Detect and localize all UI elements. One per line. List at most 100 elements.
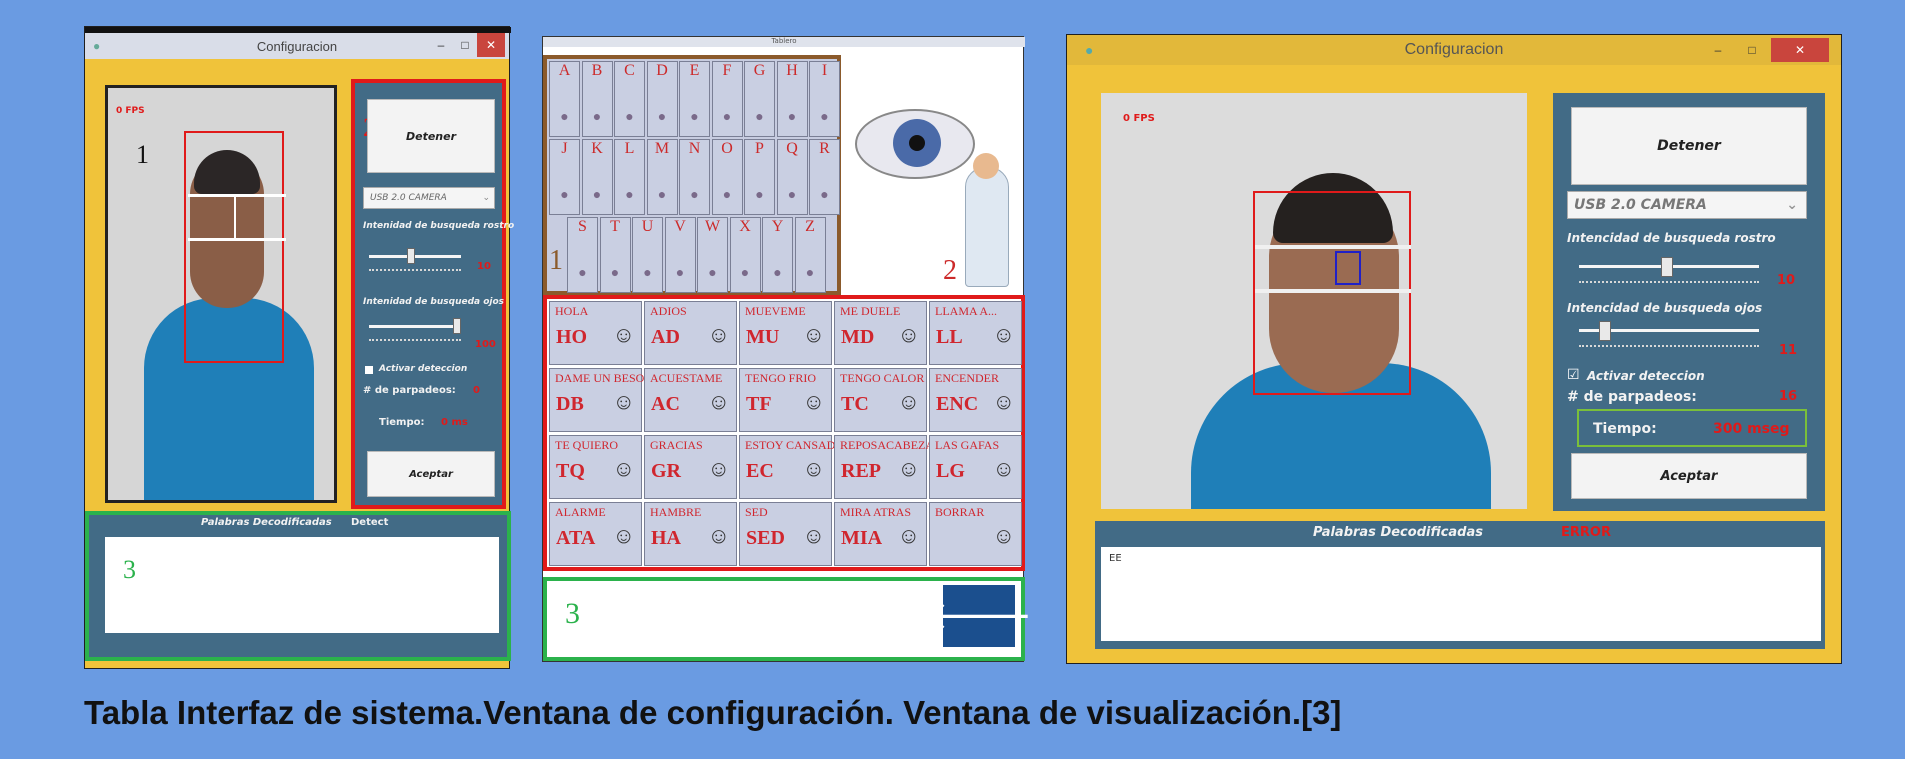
back-button[interactable]: 🡐 xyxy=(925,585,1033,647)
board-text-area[interactable]: 3 🡐 xyxy=(543,577,1033,661)
phrase-key[interactable]: DAME UN BESO DB ☺ xyxy=(549,368,644,432)
letter-key[interactable]: L ● xyxy=(614,139,645,215)
region-3-label: 3 xyxy=(123,555,136,584)
maximize-button[interactable]: □ xyxy=(455,33,475,57)
phrase-key[interactable]: MUEVEME MU ☺ xyxy=(739,301,832,365)
phrase-key[interactable]: SED SED ☺ xyxy=(739,502,832,566)
letter-key[interactable]: M ● xyxy=(646,139,678,215)
close-button[interactable]: ✕ xyxy=(477,33,505,57)
phrase-key-label: MIRA ATRAS xyxy=(840,505,912,519)
eye-intensity-thumb[interactable] xyxy=(453,318,461,334)
letter-key[interactable]: C ● xyxy=(614,61,645,137)
phrase-key[interactable]: MIRA ATRAS MIA ☺ xyxy=(834,502,927,566)
letter-key-label: O xyxy=(721,140,733,157)
phrase-key[interactable]: ACUESTAME AC ☺ xyxy=(644,368,737,432)
phrase-key[interactable]: ENCENDER ENC ☺ xyxy=(929,368,1022,432)
phrase-key-code: MD xyxy=(841,326,875,348)
phrase-key[interactable]: HOLA HO ☺ xyxy=(549,301,642,365)
phrase-key[interactable]: BORRAR ☺ xyxy=(929,502,1022,566)
letter-key[interactable]: E ● xyxy=(679,61,710,137)
phrase-key[interactable]: REPOSACABEZA REP ☺ xyxy=(834,435,934,499)
eye-intensity-slider[interactable] xyxy=(369,325,461,328)
letter-key[interactable]: B ● xyxy=(581,61,613,137)
close-button[interactable]: ✕ xyxy=(1771,38,1829,62)
face-intensity-thumb[interactable] xyxy=(407,248,415,264)
camera-select[interactable]: USB 2.0 CAMERA ⌄ xyxy=(1567,191,1807,219)
letter-key[interactable]: H ● xyxy=(776,61,808,137)
phrase-key[interactable]: ALARME ATA ☺ xyxy=(549,502,642,566)
eye-band-top xyxy=(1255,245,1411,249)
letter-key[interactable]: N ● xyxy=(679,139,710,215)
letter-key[interactable]: T ● xyxy=(599,217,631,293)
phrase-key[interactable]: TENGO CALOR TC ☺ xyxy=(834,368,927,432)
minimize-button[interactable]: – xyxy=(431,33,451,57)
letter-key[interactable]: G ● xyxy=(744,61,775,137)
eye-intensity-value: 100 xyxy=(475,339,496,350)
letter-key[interactable]: K ● xyxy=(581,139,613,215)
phrase-key-label: ME DUELE xyxy=(840,304,901,318)
letter-pictogram-icon: ● xyxy=(657,188,667,203)
phrase-key[interactable]: ADIOS AD ☺ xyxy=(644,301,737,365)
blinks-value: 16 xyxy=(1779,389,1798,404)
eye-intensity-thumb[interactable] xyxy=(1599,321,1611,341)
letter-key[interactable]: R ● xyxy=(809,139,840,215)
phrase-key[interactable]: ESTOY CANSADO EC ☺ xyxy=(739,435,844,499)
stop-button[interactable]: Detener xyxy=(367,99,495,173)
letter-key[interactable]: V ● xyxy=(664,217,696,293)
letter-pictogram-icon: ● xyxy=(657,110,667,125)
letter-key[interactable]: J ● xyxy=(549,139,580,215)
phrase-pictogram-icon: ☺ xyxy=(612,523,635,548)
letter-key-label: Y xyxy=(771,218,784,235)
face-intensity-thumb[interactable] xyxy=(1661,257,1673,277)
phrase-key[interactable]: GRACIAS GR ☺ xyxy=(644,435,737,499)
letter-key[interactable]: X ● xyxy=(729,217,761,293)
letter-pictogram-icon: ● xyxy=(625,110,634,125)
phrase-key-label: ACUESTAME xyxy=(650,371,723,385)
minimize-button[interactable]: – xyxy=(1705,38,1731,62)
stop-button[interactable]: Detener xyxy=(1571,107,1807,185)
phrase-key[interactable]: LAS GAFAS LG ☺ xyxy=(929,435,1022,499)
letter-key[interactable]: I ● xyxy=(809,61,840,137)
accept-button[interactable]: Aceptar xyxy=(1571,453,1807,499)
letter-key[interactable]: Y ● xyxy=(762,217,793,293)
letter-pictogram-icon: ● xyxy=(805,266,815,281)
decoded-label: Palabras Decodificadas xyxy=(201,517,332,528)
decoded-text-area[interactable]: EE xyxy=(1101,547,1821,641)
phrase-key[interactable]: TE QUIERO TQ ☺ xyxy=(549,435,642,499)
letter-key[interactable]: Q ● xyxy=(776,139,808,215)
maximize-button[interactable]: □ xyxy=(1739,38,1765,62)
letter-key[interactable]: P ● xyxy=(744,139,775,215)
phrase-key[interactable]: TENGO FRIO TF ☺ xyxy=(739,368,832,432)
letter-key[interactable]: U ● xyxy=(632,217,663,293)
letter-key[interactable]: O ● xyxy=(711,139,743,215)
window-icon: ● xyxy=(93,39,101,53)
left-titlebar: ● Configuracion – □ ✕ xyxy=(85,33,509,59)
phrase-pictogram-icon: ☺ xyxy=(992,523,1015,548)
letter-key-label: A xyxy=(558,62,571,79)
accept-button[interactable]: Aceptar xyxy=(367,451,495,497)
phrase-key[interactable]: LLAMA A... LL ☺ xyxy=(929,301,1022,365)
letter-key[interactable]: D ● xyxy=(646,61,678,137)
face-intensity-slider[interactable] xyxy=(369,255,461,258)
phrase-key-label: HAMBRE xyxy=(650,505,702,519)
face-detection-box xyxy=(184,131,284,363)
decoded-text-area[interactable]: 3 xyxy=(105,537,499,633)
letter-key-label: C xyxy=(624,62,635,79)
letter-key[interactable]: A ● xyxy=(549,61,580,137)
letter-key[interactable]: F ● xyxy=(711,61,743,137)
camera-select[interactable]: USB 2.0 CAMERA ⌄ xyxy=(363,187,495,209)
phrase-pictogram-icon: ☺ xyxy=(707,523,730,548)
phrase-key-code: TQ xyxy=(556,460,585,482)
letter-key-label: M xyxy=(654,140,670,157)
phrase-pictogram-icon: ☺ xyxy=(897,523,920,548)
letter-pictogram-icon: ● xyxy=(592,110,602,125)
phrase-key[interactable]: ME DUELE MD ☺ xyxy=(834,301,927,365)
activate-checkbox[interactable]: ☑ xyxy=(1567,367,1580,383)
face-intensity-value: 10 xyxy=(477,261,491,272)
letter-key[interactable]: W ● xyxy=(697,217,728,293)
phrase-key[interactable]: HAMBRE HA ☺ xyxy=(644,502,737,566)
letter-key[interactable]: Z ● xyxy=(794,217,826,293)
phrase-pictogram-icon: ☺ xyxy=(802,456,825,481)
activate-checkbox[interactable] xyxy=(365,366,373,374)
letter-key[interactable]: S ● xyxy=(567,217,598,293)
